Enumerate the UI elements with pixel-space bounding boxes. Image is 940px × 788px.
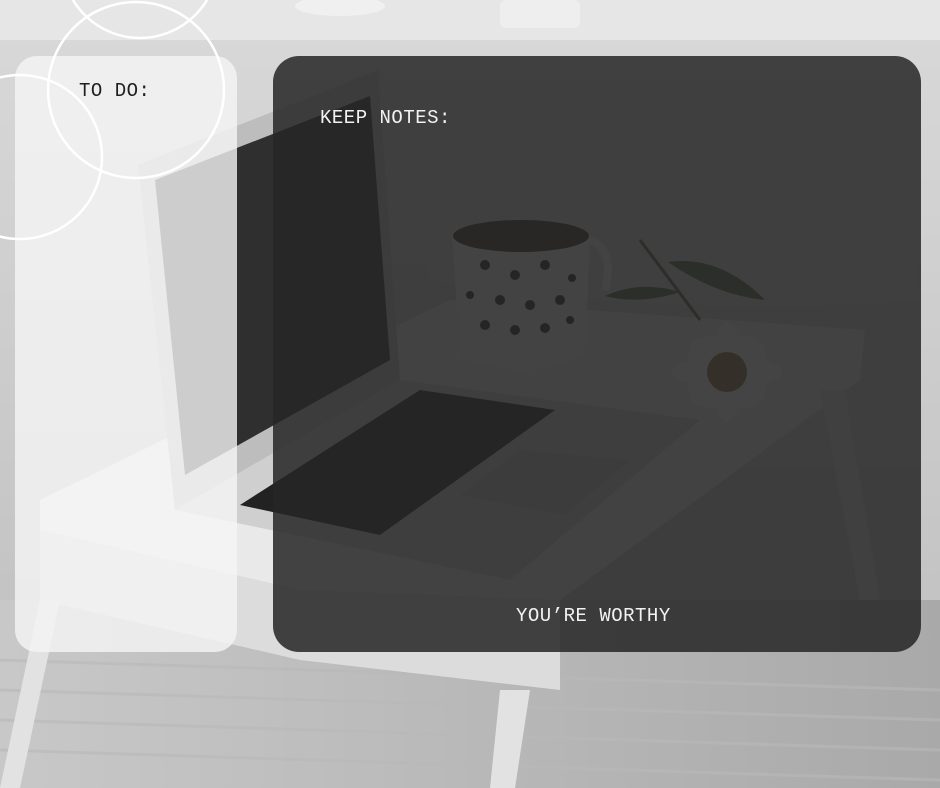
todo-panel[interactable] — [15, 56, 237, 652]
planner-page: TO DO: KEEP NOTES: YOU’RE WORTHY — [0, 0, 940, 788]
affirmation-text: YOU’RE WORTHY — [516, 605, 671, 627]
notes-heading: KEEP NOTES: — [320, 107, 451, 129]
todo-heading: TO DO: — [79, 80, 151, 102]
notes-panel[interactable] — [273, 56, 921, 652]
